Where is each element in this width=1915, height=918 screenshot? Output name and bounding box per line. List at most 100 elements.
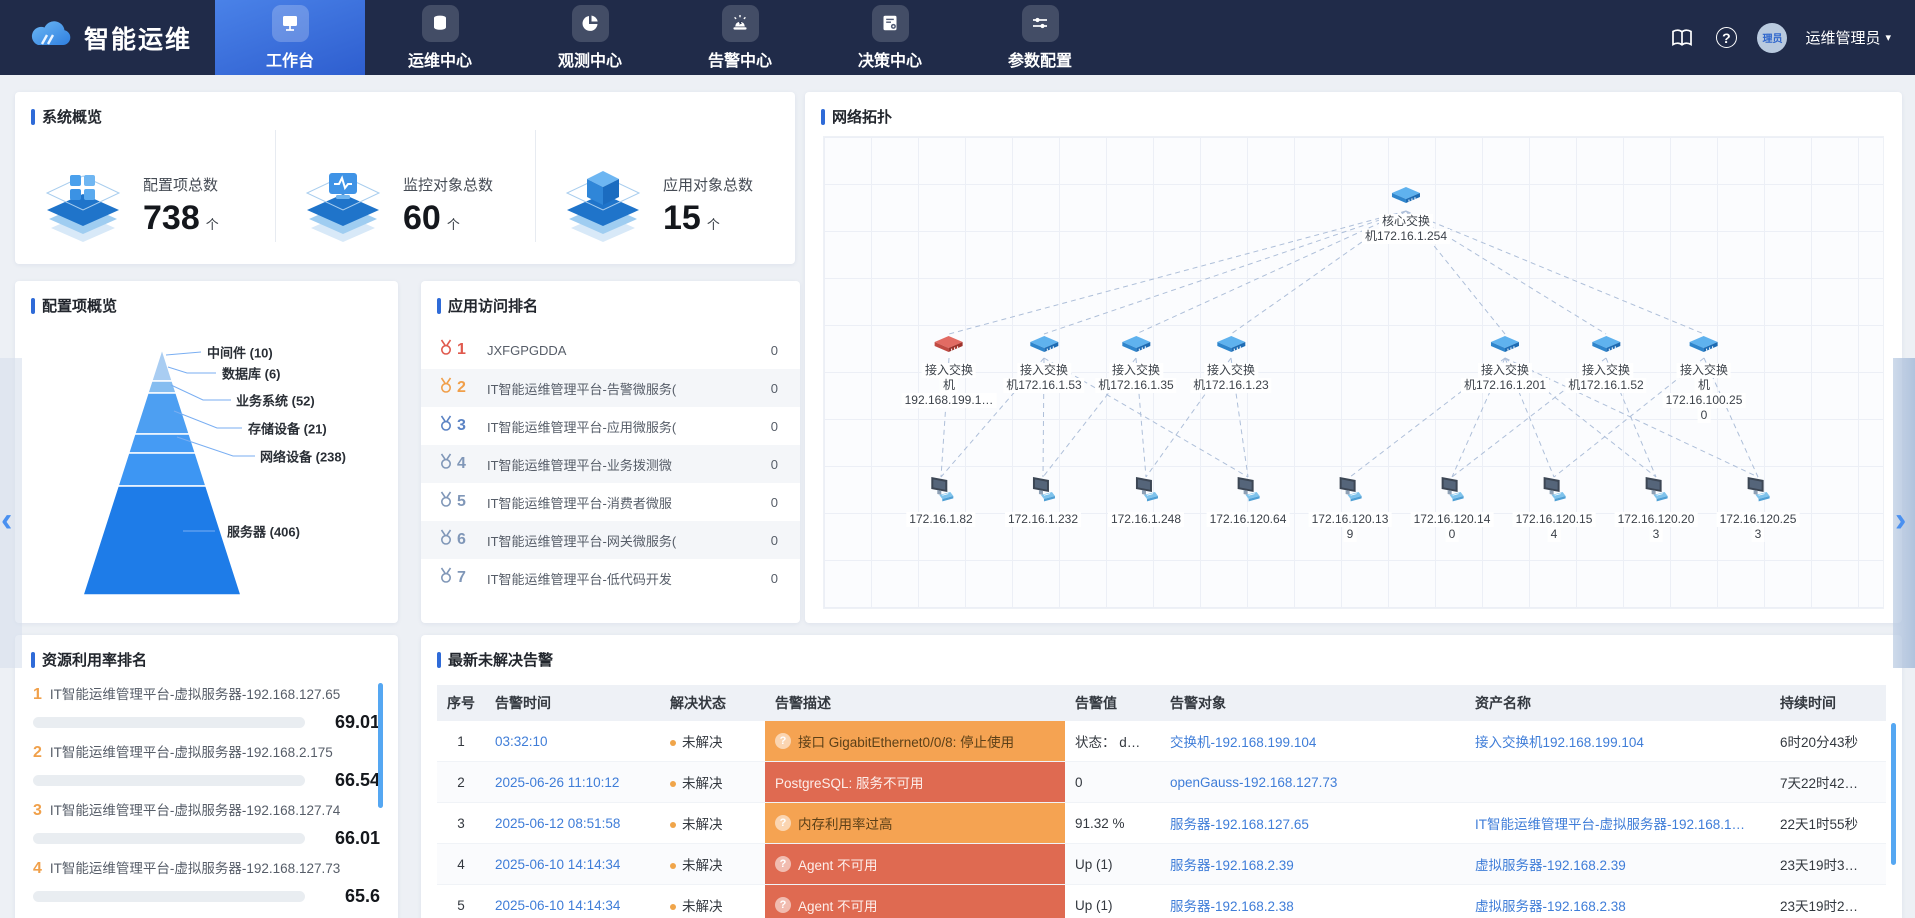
alerts-table-body: 103:32:10未解决?接口 GigabitEthernet0/0/8: 停止…	[437, 721, 1886, 918]
alerts-scrollbar[interactable]	[1891, 723, 1896, 865]
alert-duration: 6时20分43秒	[1770, 721, 1886, 762]
server-node[interactable]: 172.16.120.139	[1309, 475, 1392, 542]
resource-scrollbar[interactable]	[378, 683, 383, 808]
app-ranking-row[interactable]: 7IT智能运维管理平台-低代码开发0	[421, 559, 800, 597]
app-ranking-row[interactable]: 4IT智能运维管理平台-业务拨测微0	[421, 445, 800, 483]
node-label-line: 172.16.120.15	[1513, 512, 1596, 527]
alert-target-link[interactable]: openGauss-192.168.127.73	[1170, 775, 1337, 790]
alert-no: 5	[437, 885, 485, 918]
dashboard-screen: 智能运维 工作台运维中心观测中心告警中心决策中心参数配置 ? 理员 运维管理员 …	[0, 0, 1915, 918]
alert-no: 4	[437, 844, 485, 885]
nav-tab-观测中心[interactable]: 观测中心	[515, 0, 665, 75]
alert-row[interactable]: 22025-06-26 11:10:12未解决PostgreSQL: 服务不可用…	[437, 762, 1886, 803]
rank-number: 1	[457, 341, 466, 359]
access-switch-node[interactable]: 接入交换机172.16.1.52	[1565, 334, 1646, 393]
rank-number: 6	[457, 531, 466, 549]
access-switch-node[interactable]: 接入交换机172.16.1.35	[1095, 334, 1176, 393]
alarm-siren-icon	[722, 5, 759, 42]
help-icon[interactable]: ?	[1713, 25, 1739, 51]
node-label-line: 接入交换	[1204, 363, 1258, 378]
alert-time-link[interactable]: 03:32:10	[495, 734, 548, 749]
server-node[interactable]: 172.16.1.232	[1005, 475, 1081, 527]
server-node[interactable]: 172.16.1.248	[1108, 475, 1184, 527]
docs-book-icon[interactable]	[1669, 25, 1695, 51]
alert-time-link[interactable]: 2025-06-12 08:51:58	[495, 816, 620, 831]
alert-time-link[interactable]: 2025-06-10 14:14:34	[495, 857, 620, 872]
nav-tab-决策中心[interactable]: 决策中心	[815, 0, 965, 75]
resource-ranking-item[interactable]: 1IT智能运维管理平台-虚拟服务器-192.168.127.6569.01	[33, 683, 380, 733]
nav-tab-label: 告警中心	[708, 47, 772, 71]
alert-asset-link[interactable]: 虚拟服务器-192.168.2.39	[1475, 858, 1626, 873]
medal-icon	[439, 415, 453, 437]
app-access-count: 0	[750, 381, 778, 396]
alert-target-link[interactable]: 服务器-192.168.2.38	[1170, 899, 1294, 914]
carousel-next-button[interactable]: ›	[1895, 503, 1906, 537]
stat-unit: 个	[707, 217, 720, 232]
carousel-right-strip: ›	[1893, 358, 1915, 668]
utilization-value: 65.6	[305, 886, 380, 907]
app-access-count: 0	[750, 571, 778, 586]
nav-tab-运维中心[interactable]: 运维中心	[365, 0, 515, 75]
monitor-stack-icon	[301, 164, 385, 248]
app-ranking-row[interactable]: 5IT智能运维管理平台-消费者微服0	[421, 483, 800, 521]
alert-target-link[interactable]: 交换机-192.168.199.104	[1170, 735, 1316, 750]
user-menu[interactable]: 运维管理员 ▾	[1805, 27, 1891, 48]
nav-tab-工作台[interactable]: 工作台	[215, 0, 365, 75]
utilization-value: 66.54	[305, 770, 380, 791]
access-switch-node[interactable]: 接入交换机192.168.199.1…	[902, 334, 997, 408]
alert-row[interactable]: 42025-06-10 14:14:34未解决?Agent 不可用Up (1)服…	[437, 844, 1886, 885]
alert-row[interactable]: 52025-06-10 14:14:34未解决?Agent 不可用Up (1)服…	[437, 885, 1886, 918]
alert-asset-link[interactable]: 接入交换机192.168.199.104	[1475, 735, 1644, 750]
utilization-value: 69.01	[305, 712, 380, 733]
resource-ranking-item[interactable]: 4IT智能运维管理平台-虚拟服务器-192.168.127.7365.6	[33, 857, 380, 907]
status-dot-icon	[670, 740, 676, 746]
user-avatar[interactable]: 理员	[1757, 23, 1787, 53]
resource-ranking-item[interactable]: 3IT智能运维管理平台-虚拟服务器-192.168.127.7466.01	[33, 799, 380, 849]
node-label-line: 接入交换	[922, 363, 976, 378]
panel-title: 网络拓扑	[821, 106, 892, 127]
server-node[interactable]: 172.16.120.203	[1615, 475, 1698, 542]
alerts-table: 序号告警时间解决状态告警描述告警值告警对象资产名称持续时间 103:32:10未…	[437, 685, 1886, 918]
server-node[interactable]: 172.16.120.64	[1207, 475, 1290, 527]
nav-tab-告警中心[interactable]: 告警中心	[665, 0, 815, 75]
medal-icon	[439, 453, 453, 475]
server-node[interactable]: 172.16.120.140	[1411, 475, 1494, 542]
core-switch-node[interactable]: 核心交换机172.16.1.254	[1362, 185, 1450, 244]
nav-tab-参数配置[interactable]: 参数配置	[965, 0, 1115, 75]
access-switch-icon	[1119, 334, 1153, 359]
resource-name: IT智能运维管理平台-虚拟服务器-192.168.127.74	[50, 799, 340, 819]
node-label-line: 机172.16.1.201	[1461, 378, 1549, 393]
alert-row[interactable]: 32025-06-12 08:51:58未解决?内存利用率过高91.32 %服务…	[437, 803, 1886, 844]
status-dot-icon	[670, 822, 676, 828]
alert-asset-link[interactable]: IT智能运维管理平台-虚拟服务器-192.168.1…	[1475, 817, 1745, 832]
access-switch-node[interactable]: 接入交换机172.16.1.53	[1003, 334, 1084, 393]
alert-asset-link[interactable]: 虚拟服务器-192.168.2.38	[1475, 899, 1626, 914]
access-switch-node[interactable]: 接入交换机172.16.100.250	[1663, 334, 1746, 423]
server-node[interactable]: 172.16.120.253	[1717, 475, 1800, 542]
app-ranking-row[interactable]: 2IT智能运维管理平台-告警微服务(0	[421, 369, 800, 407]
alert-target-link[interactable]: 服务器-192.168.127.65	[1170, 817, 1309, 832]
topology-canvas[interactable]: 核心交换机172.16.1.254接入交换机192.168.199.1…接入交换…	[823, 136, 1884, 609]
app-access-count: 0	[750, 533, 778, 548]
alert-row[interactable]: 103:32:10未解决?接口 GigabitEthernet0/0/8: 停止…	[437, 721, 1886, 762]
medal-icon	[439, 491, 453, 513]
resource-ranking-item[interactable]: 2IT智能运维管理平台-虚拟服务器-192.168.2.17566.54	[33, 741, 380, 791]
alert-time-link[interactable]: 2025-06-26 11:10:12	[495, 775, 619, 790]
access-switch-node[interactable]: 接入交换机172.16.1.201	[1461, 334, 1549, 393]
app-ranking-row[interactable]: 3IT智能运维管理平台-应用微服务(0	[421, 407, 800, 445]
node-label-line: 接入交换	[1677, 363, 1731, 378]
app-ranking-row[interactable]: 6IT智能运维管理平台-网关微服务(0	[421, 521, 800, 559]
alerts-column-告警对象: 告警对象	[1160, 685, 1465, 721]
server-node[interactable]: 172.16.120.154	[1513, 475, 1596, 542]
stat-divider	[535, 130, 536, 242]
access-switch-node[interactable]: 接入交换机172.16.1.23	[1190, 334, 1271, 393]
medal-icon	[439, 529, 453, 551]
server-node[interactable]: 172.16.1.82	[906, 475, 975, 527]
alert-duration: 23天19时2…	[1770, 885, 1886, 918]
node-label-line: 3	[1752, 527, 1765, 542]
alert-time-link[interactable]: 2025-06-10 14:14:34	[495, 898, 620, 913]
carousel-prev-button[interactable]: ‹	[1, 503, 12, 537]
alert-no: 1	[437, 721, 485, 762]
app-ranking-row[interactable]: 1JXFGPGDDA0	[421, 331, 800, 369]
alert-target-link[interactable]: 服务器-192.168.2.39	[1170, 858, 1294, 873]
